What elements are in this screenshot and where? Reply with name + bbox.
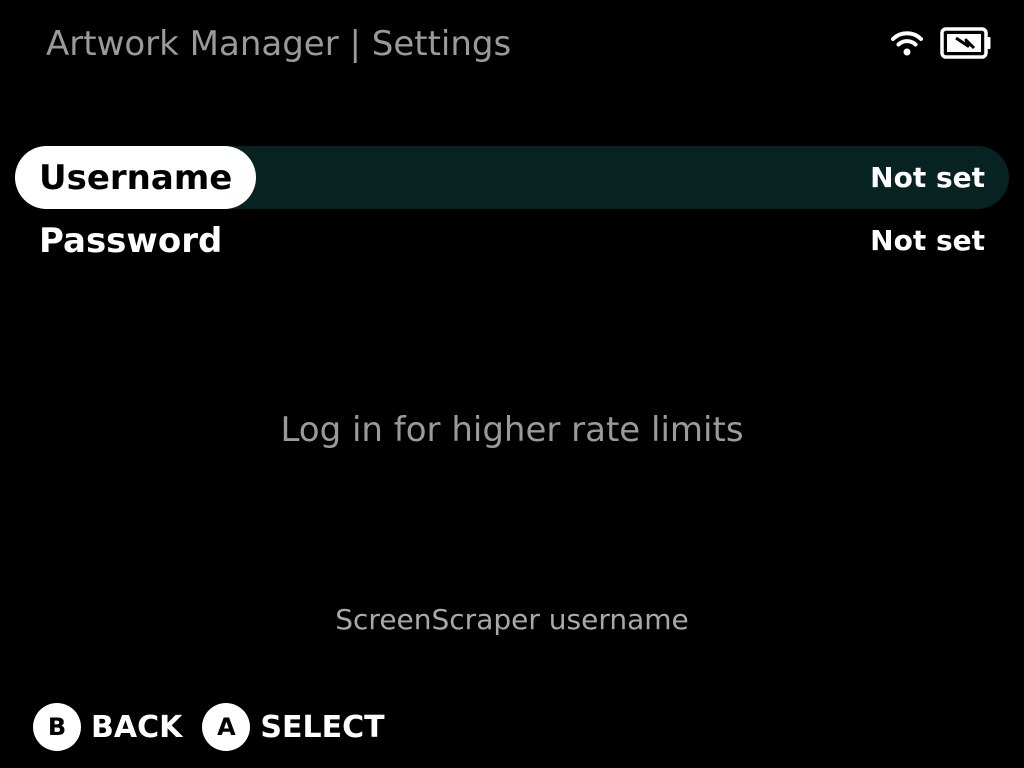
menu-item-value: Not set xyxy=(870,224,985,257)
login-hint: Log in for higher rate limits xyxy=(280,410,744,450)
settings-menu: Username Not set Password Not set xyxy=(15,146,1009,272)
select-button[interactable]: A SELECT xyxy=(202,703,385,751)
menu-item-label: Password xyxy=(39,220,223,261)
menu-item-label: Username xyxy=(15,146,257,209)
button-hints: B BACK A SELECT xyxy=(33,703,405,751)
back-button[interactable]: B BACK xyxy=(33,703,182,751)
select-label: SELECT xyxy=(260,709,385,745)
menu-item-value: Not set xyxy=(870,161,985,194)
wifi-icon xyxy=(890,29,924,57)
a-button-icon: A xyxy=(202,703,251,751)
back-label: BACK xyxy=(91,709,183,745)
b-button-icon: B xyxy=(33,703,81,751)
menu-item-username[interactable]: Username Not set xyxy=(15,146,1009,209)
battery-icon xyxy=(940,27,992,59)
menu-item-password[interactable]: Password Not set xyxy=(15,209,1009,272)
item-description: ScreenScraper username xyxy=(335,603,689,636)
page-title: Artwork Manager | Settings xyxy=(46,24,512,64)
status-bar xyxy=(890,26,992,60)
